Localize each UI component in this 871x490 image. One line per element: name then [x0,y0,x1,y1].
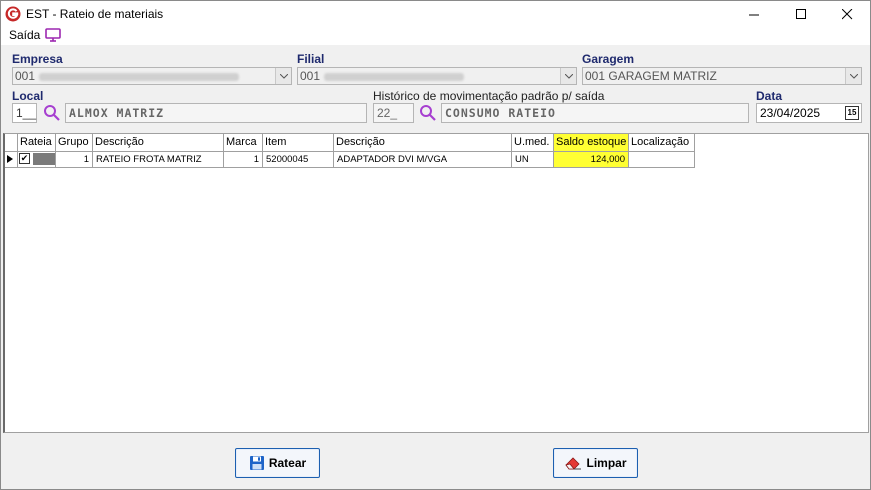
col-item[interactable]: Item [263,134,334,152]
date-value: 23/04/2025 [760,106,821,120]
minimize-button[interactable] [731,1,777,27]
col-rateia[interactable]: Rateia [18,134,56,152]
rateia-cell[interactable]: ✔ [18,152,56,168]
marca-cell[interactable]: 1 [224,152,263,168]
historico-label: Histórico de movimentação padrão p/ saíd… [373,89,605,103]
filial-label: Filial [297,52,325,66]
limpar-button[interactable]: Limpar [553,448,638,478]
search-icon[interactable] [419,104,437,122]
col-grupo[interactable]: Grupo [56,134,93,152]
redacted-text [324,72,465,81]
local-code-input[interactable]: 1__ [12,103,37,123]
search-icon[interactable] [43,104,61,122]
col-localizacao[interactable]: Localização [629,134,695,152]
menu-bar: Saída [1,27,870,45]
ratear-button[interactable]: Ratear [235,448,320,478]
window-title: EST - Rateio de materiais [26,7,164,21]
item-cell[interactable]: 52000045 [263,152,334,168]
chevron-down-icon[interactable] [560,68,576,84]
garagem-select[interactable]: 001 GARAGEM MATRIZ [582,67,862,85]
saldo-estoque-cell[interactable]: 124,000 [554,152,629,168]
chevron-down-icon[interactable] [275,68,291,84]
garagem-label: Garagem [582,52,635,66]
redacted-text [39,72,240,81]
historico-code-input[interactable]: 22_ [373,103,414,123]
main-window: EST - Rateio de materiais Saída Empresa … [0,0,871,490]
limpar-label: Limpar [586,456,627,470]
data-label: Data [756,89,783,103]
garagem-value: 001 GARAGEM MATRIZ [585,69,717,83]
footer-bar: Ratear Limpar [1,433,870,489]
grupo-cell[interactable]: 1 [56,152,93,168]
empresa-label: Empresa [12,52,63,66]
monitor-icon[interactable] [45,28,61,42]
col-umed[interactable]: U.med. [512,134,554,152]
col-saldo-estoque[interactable]: Saldo estoque [554,134,629,152]
rateia-checkbox[interactable]: ✔ [19,153,30,164]
menu-saida[interactable]: Saída [9,28,40,42]
row-pointer-icon [5,152,18,168]
descricao-grupo-cell[interactable]: RATEIO FROTA MATRIZ [93,152,224,168]
eraser-icon [565,457,582,470]
col-descricao-item[interactable]: Descrição [334,134,512,152]
empresa-select[interactable]: 001 [12,67,292,85]
ratear-label: Ratear [268,456,307,470]
maximize-icon [795,8,806,19]
local-label: Local [12,89,44,103]
local-description-field: ALMOX MATRIZ [65,103,367,123]
historico-description-field: CONSUMO RATEIO [441,103,749,123]
date-input[interactable]: 23/04/2025 15 [756,103,862,123]
empresa-value: 001 [15,69,36,83]
close-icon [841,8,852,19]
app-logo-icon [5,6,21,22]
chevron-down-icon[interactable] [845,68,861,84]
col-marca[interactable]: Marca [224,134,263,152]
filial-select[interactable]: 001 [297,67,577,85]
selection-fill [32,153,55,165]
filial-value: 001 [300,69,321,83]
localizacao-cell[interactable] [629,152,695,168]
maximize-button[interactable] [778,1,824,27]
umed-cell[interactable]: UN [512,152,554,168]
col-descricao-grupo[interactable]: Descrição [93,134,224,152]
rateio-grid: Rateia Grupo Descrição Marca Item Descri… [3,133,869,433]
descricao-item-cell[interactable]: ADAPTADOR DVI M/VGA [334,152,512,168]
minimize-icon [748,14,759,15]
floppy-disk-icon [249,456,264,470]
calendar-icon[interactable]: 15 [845,106,859,120]
title-bar: EST - Rateio de materiais [1,1,870,27]
close-button[interactable] [824,1,870,27]
row-indicator-header [5,134,18,152]
